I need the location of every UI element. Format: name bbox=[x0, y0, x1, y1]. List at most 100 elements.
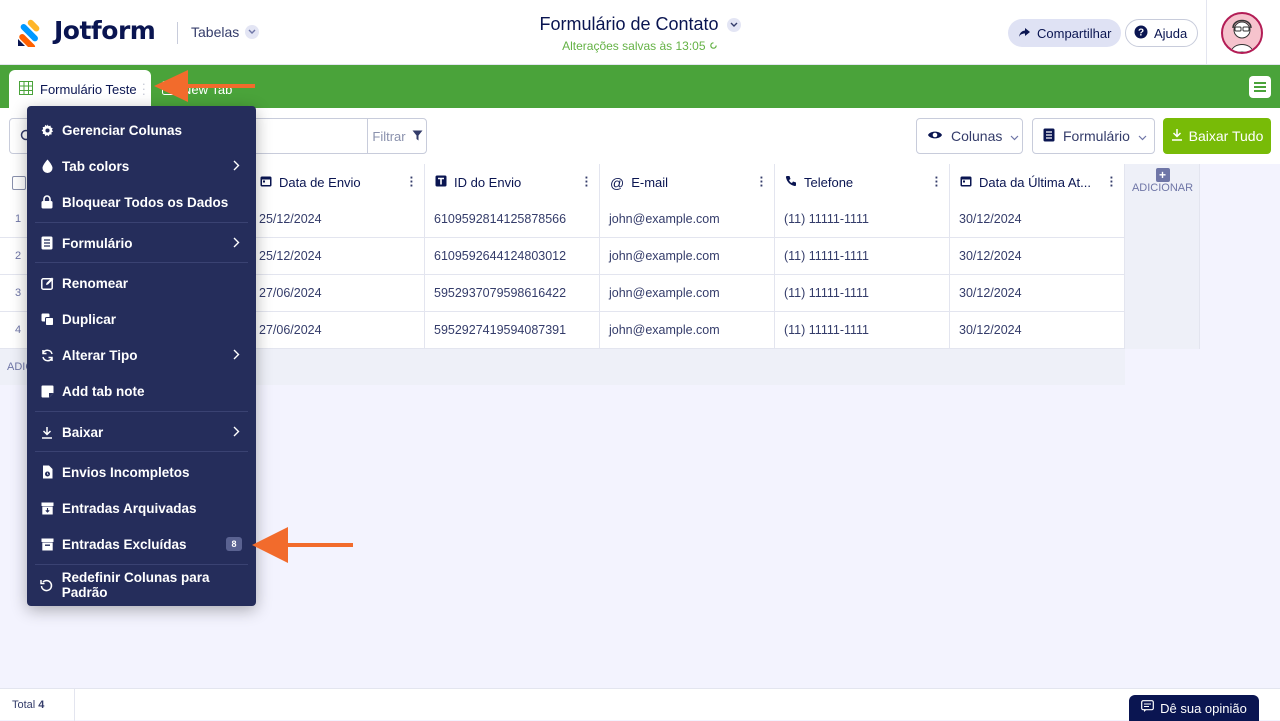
menu-item-add-tab-note[interactable]: Add tab note bbox=[27, 374, 256, 408]
archive-icon bbox=[40, 501, 54, 515]
form-button[interactable]: Formulário bbox=[1032, 118, 1155, 154]
column-options-icon[interactable]: · · · bbox=[935, 171, 939, 192]
column-label: Telefone bbox=[804, 175, 854, 190]
table-cell-date[interactable]: 27/06/2024 bbox=[250, 312, 425, 349]
tab-formulario-teste[interactable]: Formulário Teste · · · bbox=[9, 70, 151, 108]
menu-item-label: Gerenciar Colunas bbox=[62, 122, 183, 138]
form-icon bbox=[1043, 128, 1055, 145]
add-column-button[interactable]: + ADICIONAR bbox=[1125, 164, 1200, 349]
form-title[interactable]: Formulário de Contato bbox=[539, 14, 741, 35]
columns-button[interactable]: Colunas bbox=[916, 118, 1023, 154]
menu-item-rename[interactable]: Renomear bbox=[27, 266, 256, 300]
column-label: Data de Envio bbox=[279, 175, 361, 190]
feedback-button[interactable]: Dê sua opinião bbox=[1129, 695, 1259, 721]
refresh-icon bbox=[40, 348, 54, 362]
column-header-id[interactable]: ID do Envio · · · bbox=[425, 164, 600, 201]
table-cell-updated[interactable]: 30/12/2024 bbox=[950, 312, 1125, 349]
eye-icon bbox=[927, 128, 943, 144]
copy-icon bbox=[40, 312, 54, 326]
table-cell-phone[interactable]: (11) 11111-1111 bbox=[775, 275, 950, 312]
column-label: Data da Última At... bbox=[979, 175, 1091, 190]
menu-divider bbox=[35, 564, 248, 565]
product-switcher[interactable]: Tabelas bbox=[191, 24, 260, 40]
table-cell-phone[interactable]: (11) 11111-1111 bbox=[775, 312, 950, 349]
column-options-icon[interactable]: · · · bbox=[410, 171, 414, 192]
menu-item-label: Envios Incompletos bbox=[62, 464, 190, 480]
table-cell-updated[interactable]: 30/12/2024 bbox=[950, 201, 1125, 238]
download-all-label: Baixar Tudo bbox=[1188, 128, 1264, 144]
menu-item-label: Entradas Excluídas bbox=[62, 536, 187, 552]
column-options-icon[interactable]: · · · bbox=[1110, 171, 1114, 192]
help-label: Ajuda bbox=[1154, 25, 1188, 41]
menu-item-lock-data[interactable]: Bloquear Todos os Dados bbox=[27, 185, 256, 219]
column-options-icon[interactable]: · · · bbox=[760, 171, 764, 192]
menu-icon[interactable] bbox=[1249, 76, 1271, 98]
filter-label: Filtrar bbox=[372, 128, 406, 144]
gear-icon bbox=[40, 123, 54, 137]
menu-item-incomplete-submissions[interactable]: Envios Incompletos bbox=[27, 455, 256, 489]
menu-item-download[interactable]: Baixar bbox=[27, 415, 256, 449]
download-all-button[interactable]: Baixar Tudo bbox=[1163, 118, 1271, 154]
column-header-email[interactable]: @ E-mail · · · bbox=[600, 164, 775, 201]
saved-status-text: Alterações salvas às 13:05 bbox=[562, 39, 706, 53]
filter-button[interactable]: Filtrar bbox=[367, 119, 427, 153]
menu-divider bbox=[35, 411, 248, 412]
column-header-phone[interactable]: Telefone · · · bbox=[775, 164, 950, 201]
help-button[interactable]: ? Ajuda bbox=[1125, 19, 1199, 47]
select-all-checkbox[interactable] bbox=[12, 175, 26, 190]
divider bbox=[177, 22, 178, 44]
jotform-logo-icon bbox=[16, 17, 44, 50]
table-cell-phone[interactable]: (11) 11111-1111 bbox=[775, 201, 950, 238]
table-cell-id[interactable]: 6109592814125878566 bbox=[425, 201, 600, 238]
chevron-down-icon bbox=[1138, 128, 1147, 144]
table-cell-email[interactable]: john@example.com bbox=[600, 238, 775, 275]
table-cell-id[interactable]: 6109592644124803012 bbox=[425, 238, 600, 275]
svg-text:?: ? bbox=[1138, 27, 1144, 38]
form-label: Formulário bbox=[1063, 128, 1130, 144]
table-cell-email[interactable]: john@example.com bbox=[600, 275, 775, 312]
calendar-icon bbox=[260, 175, 272, 190]
annotation-arrow-icon bbox=[252, 527, 353, 563]
menu-item-form[interactable]: Formulário bbox=[27, 226, 256, 260]
calendar-icon bbox=[960, 175, 972, 190]
table-cell-date[interactable]: 25/12/2024 bbox=[250, 201, 425, 238]
table-cell-date[interactable]: 27/06/2024 bbox=[250, 275, 425, 312]
table-cell-updated[interactable]: 30/12/2024 bbox=[950, 275, 1125, 312]
tab-options-icon[interactable]: · · · bbox=[142, 77, 146, 100]
menu-item-deleted-entries[interactable]: Entradas Excluídas 8 bbox=[27, 527, 256, 561]
tab-context-menu: Gerenciar Colunas Tab colors Bloquear To… bbox=[27, 106, 256, 606]
menu-item-manage-columns[interactable]: Gerenciar Colunas bbox=[27, 113, 256, 147]
menu-item-label: Entradas Arquivadas bbox=[62, 500, 197, 516]
table-cell-id[interactable]: 5952937079598616422 bbox=[425, 275, 600, 312]
column-header-last-update[interactable]: Data da Última At... · · · bbox=[950, 164, 1125, 201]
total-value: 4 bbox=[38, 699, 45, 711]
menu-item-tab-colors[interactable]: Tab colors bbox=[27, 149, 256, 183]
table-cell-id[interactable]: 5952927419594087391 bbox=[425, 312, 600, 349]
menu-item-reset-columns[interactable]: Redefinir Colunas para Padrão bbox=[27, 568, 256, 602]
menu-item-label: Renomear bbox=[62, 275, 129, 291]
jotform-logo[interactable]: Jotform bbox=[16, 16, 156, 50]
table-cell-date[interactable]: 25/12/2024 bbox=[250, 238, 425, 275]
share-button[interactable]: Compartilhar bbox=[1008, 19, 1122, 47]
plus-icon: + bbox=[1155, 168, 1170, 182]
column-label: ID do Envio bbox=[454, 175, 522, 190]
annotation-arrow-icon bbox=[154, 70, 255, 102]
menu-item-label: Formulário bbox=[62, 235, 133, 251]
user-avatar[interactable] bbox=[1221, 12, 1263, 54]
table-cell-phone[interactable]: (11) 11111-1111 bbox=[775, 238, 950, 275]
menu-item-duplicate[interactable]: Duplicar bbox=[27, 302, 256, 336]
share-label: Compartilhar bbox=[1037, 25, 1112, 41]
note-icon bbox=[40, 384, 54, 398]
lock-icon bbox=[40, 195, 54, 209]
chevron-down-icon bbox=[245, 25, 260, 39]
column-header-date[interactable]: Data de Envio · · · bbox=[250, 164, 425, 201]
table-cell-email[interactable]: john@example.com bbox=[600, 201, 775, 238]
form-title-text: Formulário de Contato bbox=[539, 14, 719, 34]
total-label: Total bbox=[12, 699, 36, 711]
column-options-icon[interactable]: · · · bbox=[585, 171, 589, 192]
table-cell-updated[interactable]: 30/12/2024 bbox=[950, 238, 1125, 275]
chevron-right-icon bbox=[233, 236, 240, 251]
menu-item-archived-entries[interactable]: Entradas Arquivadas bbox=[27, 491, 256, 525]
menu-item-change-type[interactable]: Alterar Tipo bbox=[27, 338, 256, 372]
table-cell-email[interactable]: john@example.com bbox=[600, 312, 775, 349]
